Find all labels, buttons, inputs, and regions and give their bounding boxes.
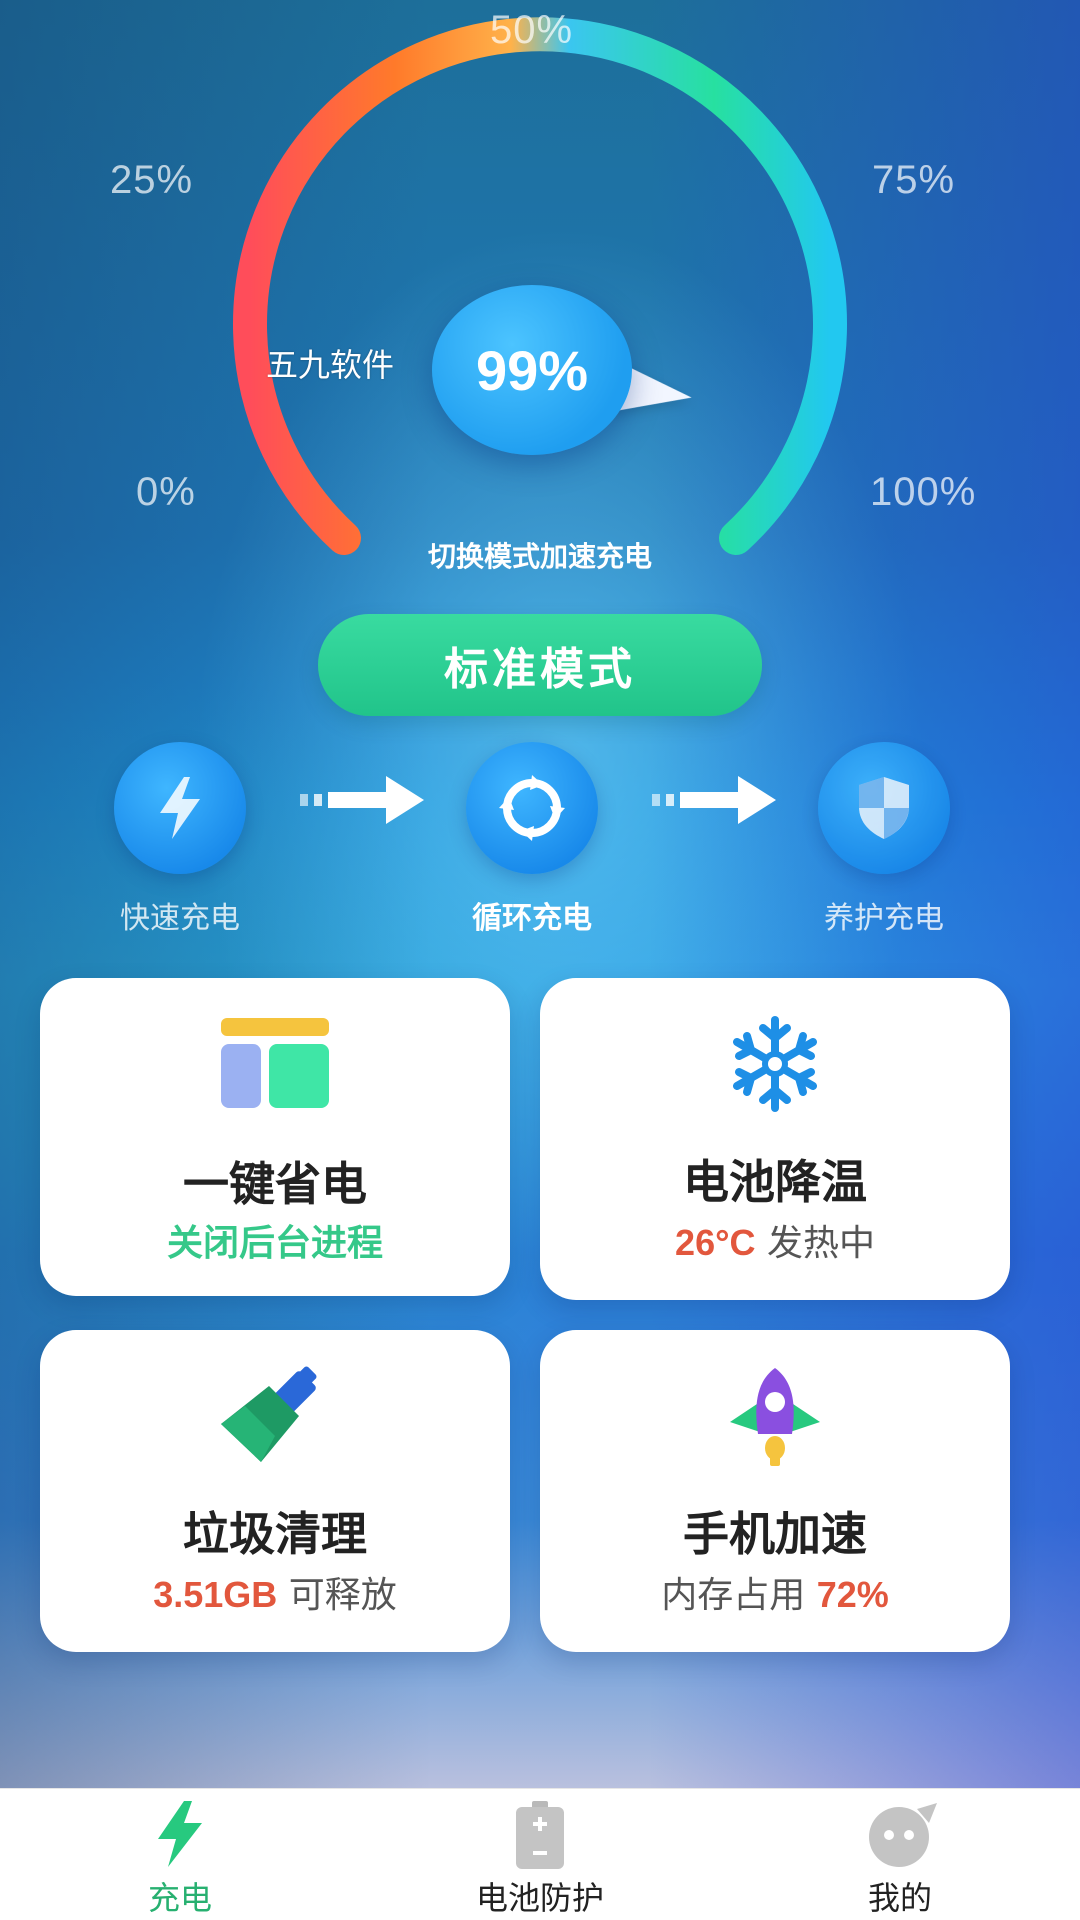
snowflake-icon: [733, 1016, 817, 1112]
step-fast-charge[interactable]: [114, 742, 246, 874]
step-label-fast: 快速充电: [120, 901, 240, 936]
cycle-icon: [499, 775, 565, 841]
card-subtitle: 26°C 发热中: [540, 1214, 1010, 1266]
tab-charging[interactable]: 充电: [0, 1789, 360, 1920]
card-title: 电池降温: [683, 1155, 867, 1209]
battery-percent-display: 99%: [432, 285, 632, 455]
card-junk-cleanup[interactable]: 垃圾清理 3.51GB 可释放: [40, 1330, 510, 1652]
step-arrow-2: [652, 776, 776, 824]
tab-battery-protection[interactable]: 电池防护: [360, 1789, 720, 1920]
step-label-maintain: 养护充电: [824, 901, 944, 936]
step-cycle-charge[interactable]: [466, 742, 598, 874]
shield-icon: [859, 777, 909, 839]
step-label-cycle: 循环充电: [472, 901, 592, 936]
gauge-label-75: 75%: [872, 158, 956, 202]
card-title: 手机加速: [683, 1507, 867, 1561]
charging-screen: 50% 25% 75% 0% 100% 99% 五九软件 切换模式加速充电 标准…: [0, 0, 1080, 1788]
card-save-power[interactable]: 一键省电 关闭后台进程: [40, 978, 510, 1296]
rocket-icon: [730, 1368, 820, 1466]
lightning-tab-icon: [158, 1801, 202, 1867]
heating-status: 发热中: [766, 1223, 875, 1264]
gauge-label-25: 25%: [110, 158, 194, 202]
card-subtitle: 关闭后台进程: [166, 1223, 383, 1264]
temperature-value: 26°C: [675, 1222, 756, 1263]
tab-label: 我的: [867, 1879, 932, 1917]
card-phone-speedup[interactable]: 手机加速 内存占用 72%: [540, 1330, 1010, 1652]
step-arrow-1: [300, 776, 424, 824]
card-subtitle: 3.51GB 可释放: [40, 1566, 510, 1618]
tab-label: 充电: [147, 1879, 212, 1917]
releasable-label: 可释放: [288, 1575, 397, 1616]
mode-button[interactable]: 标准模式: [318, 614, 762, 716]
step-maintain-charge[interactable]: [818, 742, 950, 874]
gauge-label-0: 0%: [136, 470, 196, 514]
layout-icon: [221, 1018, 329, 1108]
bottom-tab-bar: 充电 电池防护 我的: [0, 1788, 1080, 1920]
profile-icon: [869, 1803, 937, 1867]
junk-size-value: 3.51GB: [153, 1574, 278, 1615]
card-title: 垃圾清理: [183, 1507, 367, 1561]
tab-label: 电池防护: [475, 1879, 604, 1917]
memory-label: 内存占用: [661, 1575, 806, 1616]
lightning-icon: [160, 777, 200, 839]
card-title: 一键省电: [183, 1157, 367, 1211]
tab-profile[interactable]: 我的: [720, 1789, 1080, 1920]
card-battery-cooling[interactable]: 电池降温 26°C 发热中: [540, 978, 1010, 1300]
gauge-label-50: 50%: [490, 8, 574, 52]
card-subtitle: 内存占用 72%: [540, 1566, 1010, 1618]
memory-percent-value: 72%: [816, 1574, 889, 1615]
switch-mode-hint: 切换模式加速充电: [427, 540, 652, 573]
battery-icon: [516, 1801, 564, 1869]
broom-icon: [221, 1366, 317, 1462]
gauge-label-100: 100%: [870, 470, 977, 514]
watermark-text: 五九软件: [266, 346, 395, 384]
